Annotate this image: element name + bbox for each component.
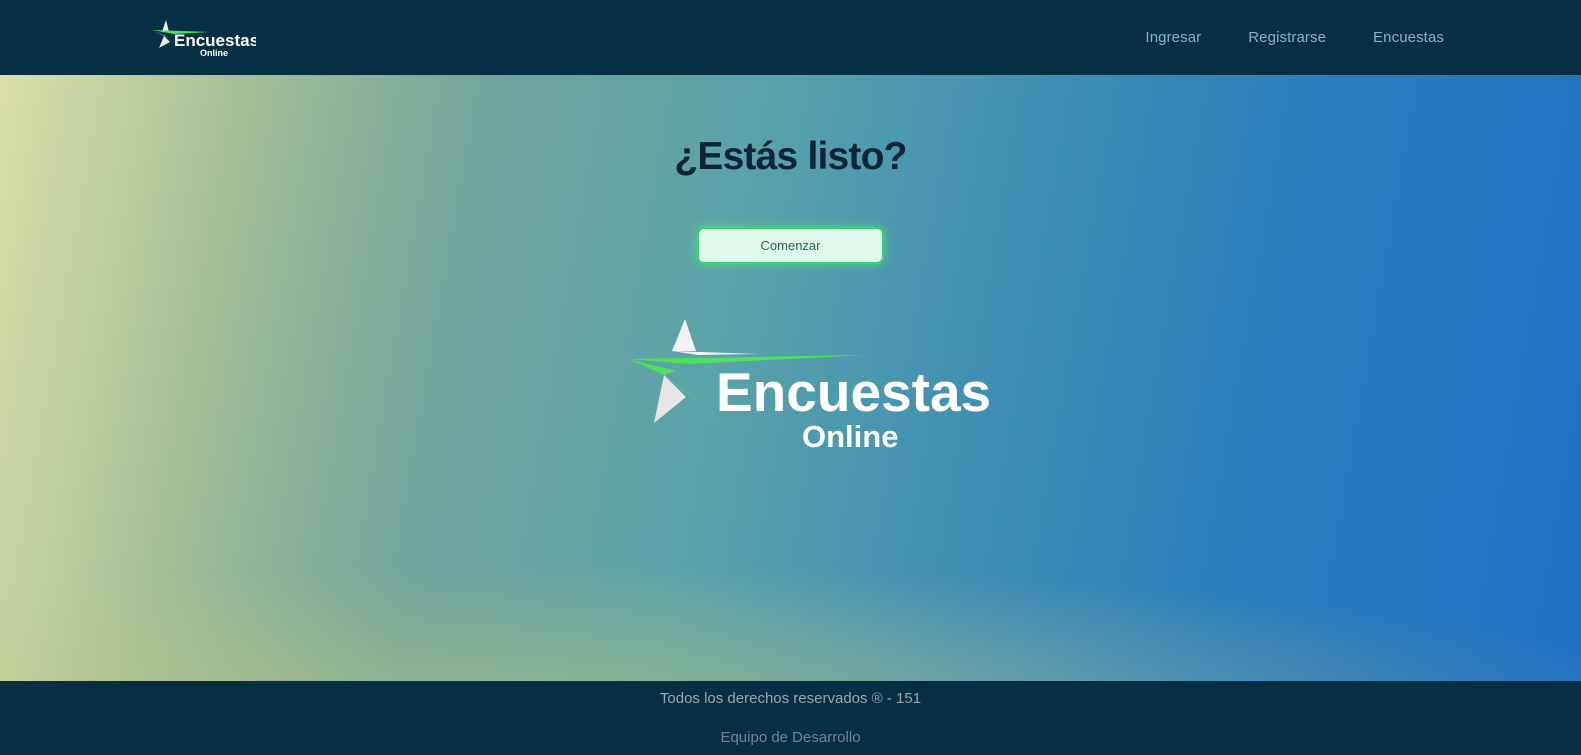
nav-link-registrarse[interactable]: Registrarse [1248, 29, 1326, 46]
hero-title: ¿Estás listo? [674, 135, 907, 178]
footer-team: Equipo de Desarrollo [720, 729, 861, 746]
hero-logo: Encuestas Online [628, 319, 991, 454]
navbar: Encuestas Online Ingresar Registrarse En… [0, 0, 1581, 75]
hero-logo-title: Encuestas [716, 361, 991, 423]
hero-logo-subtitle: Online [802, 419, 898, 454]
brand-logo[interactable]: Encuestas Online [152, 18, 256, 60]
start-button[interactable]: Comenzar [697, 227, 884, 264]
hero-section: ¿Estás listo? Comenzar Encuestas Online [0, 75, 1581, 681]
nav-links: Ingresar Registrarse Encuestas [1145, 0, 1444, 75]
footer-copyright: Todos los derechos reservados ® - 151 [659, 690, 922, 707]
footer: Todos los derechos reservados ® - 151 Eq… [0, 681, 1581, 755]
nav-link-ingresar[interactable]: Ingresar [1145, 29, 1201, 46]
brand-logo-subtitle: Online [200, 48, 228, 58]
nav-link-encuestas[interactable]: Encuestas [1373, 29, 1444, 46]
